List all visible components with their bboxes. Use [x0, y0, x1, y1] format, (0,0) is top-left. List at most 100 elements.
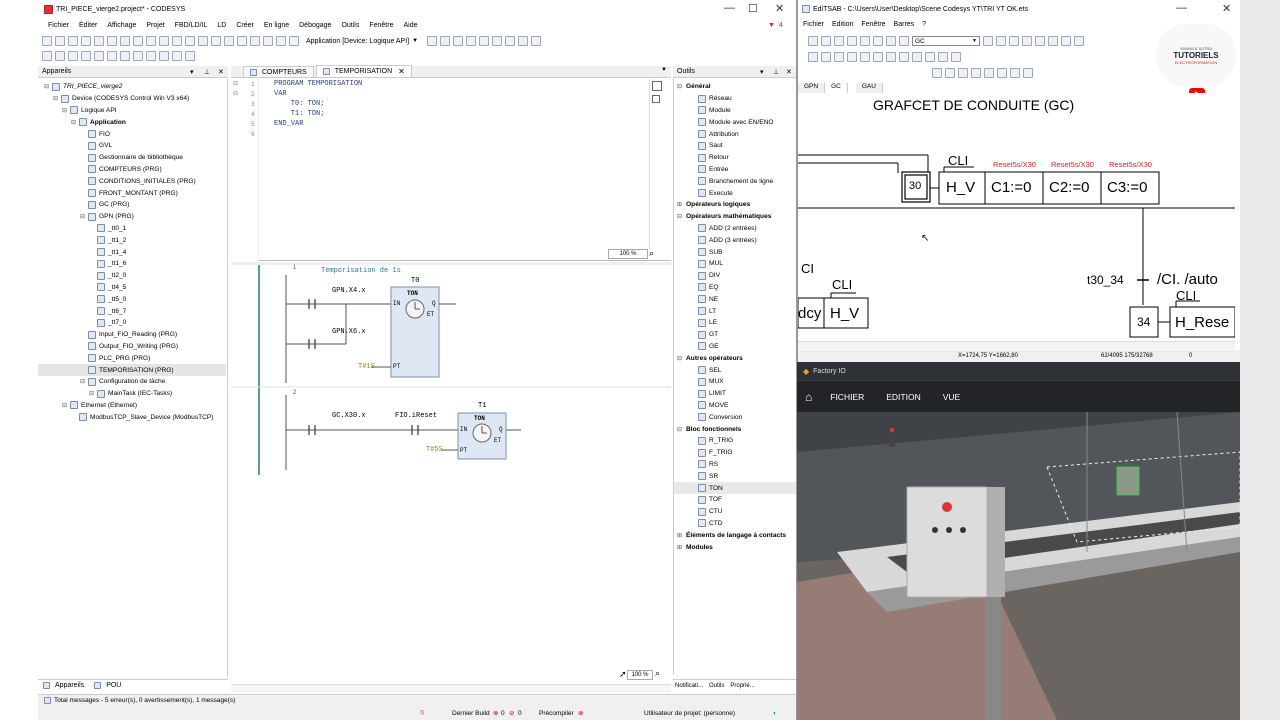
tools-item[interactable]: SR	[674, 470, 796, 482]
reset-icon[interactable]	[479, 36, 490, 46]
redo-icon[interactable]	[107, 36, 117, 46]
tools-item[interactable]: Saut	[674, 140, 796, 152]
tree-item[interactable]: GC (PRG)	[38, 199, 226, 211]
copy-icon[interactable]	[133, 36, 143, 46]
editsab-menu-help[interactable]: ?	[922, 21, 926, 28]
category-expander-icon[interactable]: ⊞	[677, 532, 682, 539]
tools-item[interactable]: GT	[674, 329, 796, 341]
ld-negate-icon[interactable]	[94, 51, 104, 61]
code-line-1[interactable]: PROGRAM TEMPORISATION	[274, 80, 362, 88]
tools-item[interactable]: CTU	[674, 506, 796, 518]
action-tool-icon[interactable]	[860, 52, 870, 62]
factory-3d-scene[interactable]	[797, 412, 1240, 720]
category-expander-icon[interactable]: ⊟	[677, 213, 682, 220]
tree-item[interactable]: FRONT_MONTANT (PRG)	[38, 187, 226, 199]
menu-outils[interactable]: Outils	[341, 22, 359, 29]
code-line-5[interactable]: END_VAR	[274, 120, 303, 128]
minimize-button[interactable]: —	[724, 2, 735, 14]
pointer-tool-icon[interactable]: ➚	[619, 669, 627, 680]
zoom-icon-top[interactable]: ⌕	[649, 248, 654, 259]
action-c3[interactable]: C3:=0	[1107, 179, 1147, 196]
arrow-style-icon[interactable]	[945, 68, 955, 78]
ld-box-icon[interactable]	[68, 51, 78, 61]
tree-item[interactable]: Output_FIO_Writing (PRG)	[38, 341, 226, 353]
align-style-icon[interactable]	[1010, 68, 1020, 78]
editor-hscrollbar[interactable]	[231, 684, 671, 692]
code-line-3[interactable]: T0: TON;	[274, 100, 325, 108]
ld-input-icon[interactable]	[185, 51, 195, 61]
expander-icon[interactable]: ⊟	[80, 378, 88, 385]
editsab-menu-edition[interactable]: Edition	[832, 21, 853, 28]
ld-branch-icon[interactable]	[172, 51, 182, 61]
menu-affichage[interactable]: Affichage	[107, 22, 136, 29]
stop-icon[interactable]	[466, 36, 477, 46]
window-icon[interactable]	[263, 36, 273, 46]
factory-menu-vue[interactable]: VUE	[943, 392, 960, 402]
menu-fbd[interactable]: FBD/LD/IL	[175, 22, 208, 29]
category-expander-icon[interactable]: ⊟	[677, 355, 682, 362]
editsab-save-as-icon[interactable]	[847, 36, 857, 46]
tab-outils[interactable]: Outils	[707, 682, 727, 689]
expander-icon[interactable]: ⊟	[44, 83, 52, 90]
factory-menu-fichier[interactable]: FICHIER	[830, 392, 864, 402]
t0-instance[interactable]: T0	[411, 277, 419, 285]
code-line-2[interactable]: VAR	[274, 90, 287, 98]
tree-item[interactable]: COMPTEURS (PRG)	[38, 164, 226, 176]
menu-en-ligne[interactable]: En ligne	[264, 22, 289, 29]
circle-style-icon[interactable]	[997, 68, 1007, 78]
tools-close-icon[interactable]: ✕	[786, 68, 792, 76]
tools-item[interactable]: ADD (3 entrées)	[674, 234, 796, 246]
step-over-icon[interactable]	[518, 36, 529, 46]
editsab-eraser-icon[interactable]	[996, 36, 1006, 46]
tools-item[interactable]: RS	[674, 459, 796, 471]
breakpoint-icon[interactable]	[492, 36, 503, 46]
tree-item[interactable]: GVL	[38, 140, 226, 152]
tree-item[interactable]: ⊟ Application	[38, 116, 226, 128]
hatch-style-icon[interactable]	[1023, 68, 1033, 78]
tools-item[interactable]: Attribution	[674, 128, 796, 140]
editsab-fit-icon[interactable]	[1035, 36, 1045, 46]
action-c1[interactable]: C1:=0	[991, 179, 1031, 196]
tools-item[interactable]: LIMIT	[674, 388, 796, 400]
category-expander-icon[interactable]: ⊞	[677, 201, 682, 208]
step-icon[interactable]	[505, 36, 516, 46]
print-icon[interactable]	[81, 36, 91, 46]
editsab-refresh-icon[interactable]	[1061, 36, 1071, 46]
tree-item[interactable]: Input_FIO_Reading (PRG)	[38, 329, 226, 341]
ld-return-icon[interactable]	[146, 51, 156, 61]
grafcet-select[interactable]: GC ▼	[912, 36, 980, 46]
menu-creer[interactable]: Créer	[236, 22, 254, 29]
code-line-4[interactable]: T1: TON;	[274, 110, 325, 118]
init-step-tool-icon[interactable]	[821, 52, 831, 62]
tree-item[interactable]: CONDITIONS_INITIALES (PRG)	[38, 175, 226, 187]
editsab-zoom-out-icon[interactable]	[1022, 36, 1032, 46]
t1-instance[interactable]: T1	[478, 402, 486, 410]
bracket-style-icon[interactable]	[958, 68, 968, 78]
editsab-menu-fichier[interactable]: Fichier	[803, 21, 824, 28]
diamond-style-icon[interactable]	[984, 68, 994, 78]
menu-aide[interactable]: Aide	[403, 22, 417, 29]
ld-reset-icon[interactable]	[120, 51, 130, 61]
tools-item[interactable]: ADD (2 entrées)	[674, 223, 796, 235]
action-hv[interactable]: H_V	[946, 179, 975, 196]
tree-item[interactable]: _tt2_0	[38, 270, 226, 282]
editsab-menu-barres[interactable]: Barres	[894, 21, 915, 28]
zoom-box-top[interactable]: 100 %	[608, 249, 648, 259]
tree-item[interactable]: ⊟ GPN (PRG)	[38, 211, 226, 223]
tree-item[interactable]: _tt4_5	[38, 282, 226, 294]
tools-item[interactable]: Conversion	[674, 411, 796, 423]
text-view-icon[interactable]	[652, 95, 660, 103]
delete-icon[interactable]	[159, 36, 169, 46]
tools-item[interactable]: LE	[674, 317, 796, 329]
tab-temporisation[interactable]: TEMPORISATION ✕	[315, 65, 412, 77]
editsab-hscrollbar[interactable]	[798, 341, 1235, 349]
editsab-pointer-icon[interactable]	[983, 36, 993, 46]
expander-icon[interactable]: ⊟	[53, 95, 61, 102]
rect-tool-icon[interactable]	[938, 52, 948, 62]
contact-fio-ireset[interactable]: FIO.iReset	[395, 412, 437, 420]
layout-icon[interactable]	[276, 36, 286, 46]
tools-category[interactable]: ⊞ Modules	[674, 541, 796, 553]
t1-preset[interactable]: T#5S	[426, 446, 443, 454]
run-icon[interactable]	[453, 36, 464, 46]
editsab-close-button[interactable]: ✕	[1222, 2, 1231, 15]
